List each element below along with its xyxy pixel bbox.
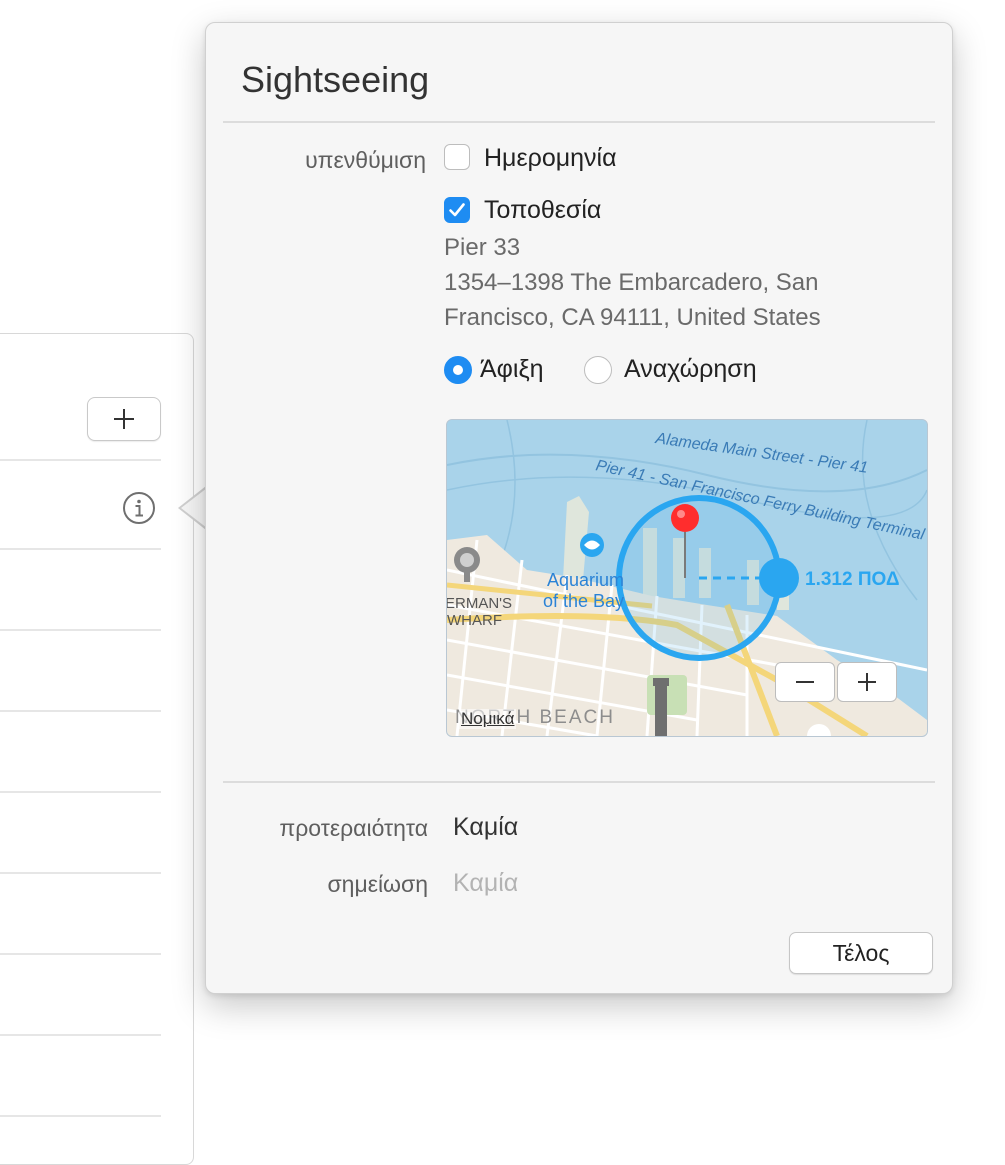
svg-text:Aquarium: Aquarium xyxy=(547,570,624,590)
svg-text:WHARF: WHARF xyxy=(447,612,502,629)
address-line-1: Pier 33 xyxy=(444,234,521,261)
svg-text:ERMAN'S: ERMAN'S xyxy=(447,595,512,612)
list-separator xyxy=(0,629,161,631)
reminders-list-panel xyxy=(0,333,194,1165)
minus-icon xyxy=(796,681,814,683)
priority-label: προτεραιότητα xyxy=(279,815,428,841)
list-separator xyxy=(0,791,161,793)
svg-text:1.312 ΠΟΔ: 1.312 ΠΟΔ xyxy=(805,569,899,590)
location-checkbox-label[interactable]: Τοποθεσία xyxy=(484,196,601,225)
add-reminder-button[interactable] xyxy=(87,397,161,441)
leaving-radio[interactable] xyxy=(584,356,612,384)
list-separator xyxy=(0,548,161,550)
list-separator xyxy=(0,872,161,874)
popover-arrow-fill xyxy=(181,488,207,528)
arriving-radio-label[interactable]: Άφιξη xyxy=(480,355,544,384)
arriving-radio[interactable] xyxy=(444,356,472,384)
plus-icon xyxy=(858,673,876,691)
zoom-in-button[interactable] xyxy=(837,662,897,702)
note-label: σημείωση xyxy=(327,871,428,897)
svg-text:of the Bay: of the Bay xyxy=(543,591,624,611)
reminder-label: υπενθύμιση xyxy=(305,147,426,173)
address-line-3: Francisco, CA 94111, United States xyxy=(444,304,821,331)
list-separator xyxy=(0,459,161,461)
zoom-out-button[interactable] xyxy=(775,662,835,702)
priority-value[interactable]: Καμία xyxy=(453,813,518,842)
info-button[interactable] xyxy=(122,491,156,525)
date-checkbox[interactable] xyxy=(444,144,470,170)
list-separator xyxy=(0,953,161,955)
tower-icon xyxy=(653,678,669,736)
date-checkbox-label[interactable]: Ημερομηνία xyxy=(484,144,617,173)
map-legal-link[interactable]: Νομικά xyxy=(459,709,517,729)
done-button[interactable]: Τέλος xyxy=(789,932,933,974)
divider xyxy=(223,121,935,123)
info-icon xyxy=(123,492,155,524)
address-line-2: 1354–1398 The Embarcadero, San xyxy=(444,269,819,296)
location-checkbox[interactable] xyxy=(444,197,470,223)
checkmark-icon xyxy=(448,202,465,216)
location-map[interactable]: Alameda Main Street - Pier 41 Pier 41 - … xyxy=(446,419,928,737)
list-separator xyxy=(0,710,161,712)
note-field[interactable]: Καμία xyxy=(453,869,518,898)
plus-icon xyxy=(114,409,134,429)
list-separator xyxy=(0,1034,161,1036)
list-separator xyxy=(0,1115,161,1117)
reminder-details-popover: Sightseeing υπενθύμιση Ημερομηνία Τοποθε… xyxy=(205,22,953,994)
reminder-title[interactable]: Sightseeing xyxy=(241,59,429,101)
divider xyxy=(223,781,935,783)
leaving-radio-label[interactable]: Αναχώρηση xyxy=(624,355,757,384)
aquarium-icon xyxy=(580,533,604,557)
